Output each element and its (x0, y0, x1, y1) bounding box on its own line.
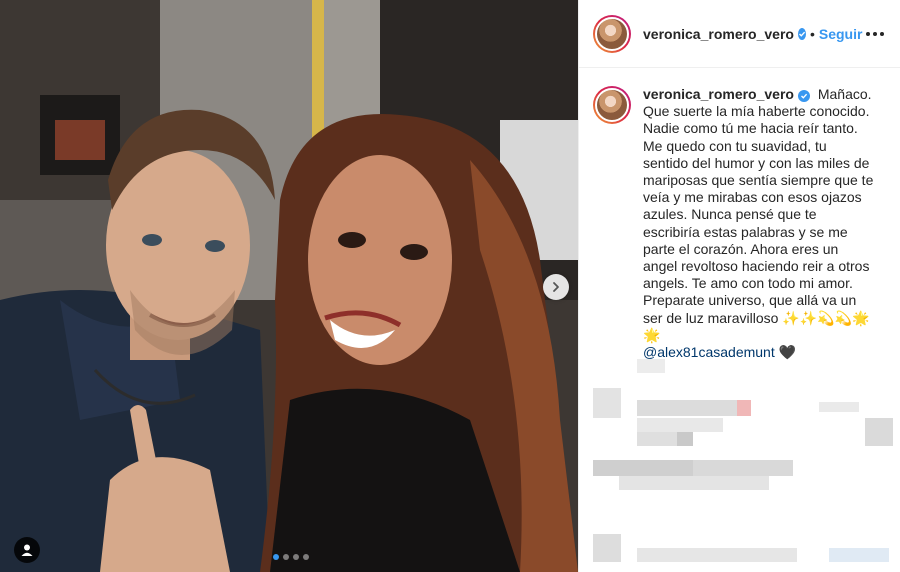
avatar-image (595, 16, 629, 51)
more-options-icon[interactable] (862, 28, 888, 40)
post-side-panel: veronica_romero_vero • Seguir veronica_r… (578, 0, 900, 572)
carousel-dot (283, 554, 289, 560)
carousel-indicator (273, 554, 309, 560)
avatar-image (595, 88, 629, 122)
caption-line: Que suerte la mía haberte conocido. (643, 103, 870, 120)
follow-button[interactable]: Seguir (819, 26, 863, 42)
caption-username[interactable]: veronica_romero_vero (643, 86, 794, 102)
caption-line: Preparate universo, que allá va un (643, 292, 857, 309)
caption-line: Me quedo con tu suavidad, tu (643, 137, 827, 154)
tagged-users-button[interactable] (14, 537, 40, 563)
next-photo-button[interactable] (543, 274, 569, 300)
caption-line: azules. Nunca pensé que te (643, 206, 817, 223)
caption-line: angel revoltoso haciendo reir a otros (643, 258, 870, 275)
avatar[interactable] (593, 14, 631, 53)
header-username[interactable]: veronica_romero_vero (643, 26, 794, 42)
caption-line: ser de luz maravilloso ✨✨💫💫🌟🌟 (643, 309, 870, 343)
caption-line: angels. Te amo con todo mi amor. (643, 275, 853, 292)
mention-link[interactable]: @alex81casademunt (643, 344, 775, 360)
caption-text: veronica_romero_vero Mañaco. Que suerte … (643, 86, 881, 361)
verified-badge-icon (797, 27, 806, 40)
carousel-dot (293, 554, 299, 560)
verified-badge-icon (797, 90, 810, 102)
caption-line: escribiría estas palabras y se me (643, 223, 848, 240)
caption-line: Mañaco. (817, 86, 872, 102)
carousel-dot (303, 554, 309, 560)
trailing-emoji: 🖤 (778, 344, 797, 361)
caption-line: mariposas que sentía siempre que te (643, 172, 874, 189)
post-photo (0, 0, 578, 572)
caption-line: parte el corazón. Ahora eres un (643, 240, 839, 257)
carousel-dot (273, 554, 279, 560)
caption-line: Nadie como tú me hacia reír tanto. (643, 120, 858, 137)
post-caption: veronica_romero_vero Mañaco. Que suerte … (579, 68, 900, 361)
caption-avatar[interactable] (593, 86, 631, 124)
caption-line: veía y me mirabas con esos ojazos (643, 189, 862, 206)
chevron-right-icon (553, 282, 559, 292)
photo-illustration (0, 0, 578, 572)
user-tag-icon (21, 544, 33, 556)
post-header: veronica_romero_vero • Seguir (579, 0, 900, 68)
caption-line: sentido del humor y con las miles de (643, 154, 870, 171)
separator-dot: • (809, 25, 815, 42)
